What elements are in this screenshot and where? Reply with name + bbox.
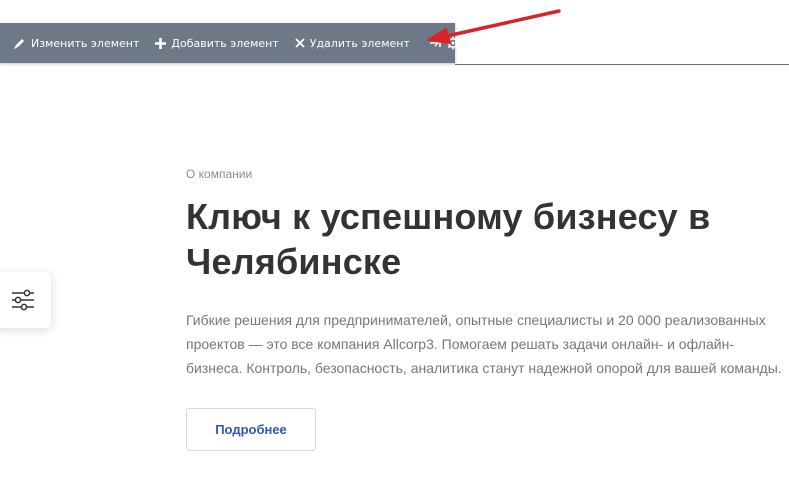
section-eyebrow: О компании: [186, 167, 253, 181]
sliders-icon: [11, 289, 34, 311]
theme-settings-button[interactable]: [0, 272, 51, 328]
page-title: Ключ к успешному бизнесу в Челябинске: [186, 196, 711, 282]
section-description: Гибкие решения для предпринимателей, опы…: [186, 312, 782, 376]
more-button[interactable]: Подробнее: [186, 408, 316, 451]
about-section: О компании Ключ к успешному бизнесу в Че…: [186, 160, 786, 451]
page: Изменить элемент Добавить элемент Удалит…: [0, 0, 789, 487]
annotation-arrow-icon: [427, 9, 561, 44]
